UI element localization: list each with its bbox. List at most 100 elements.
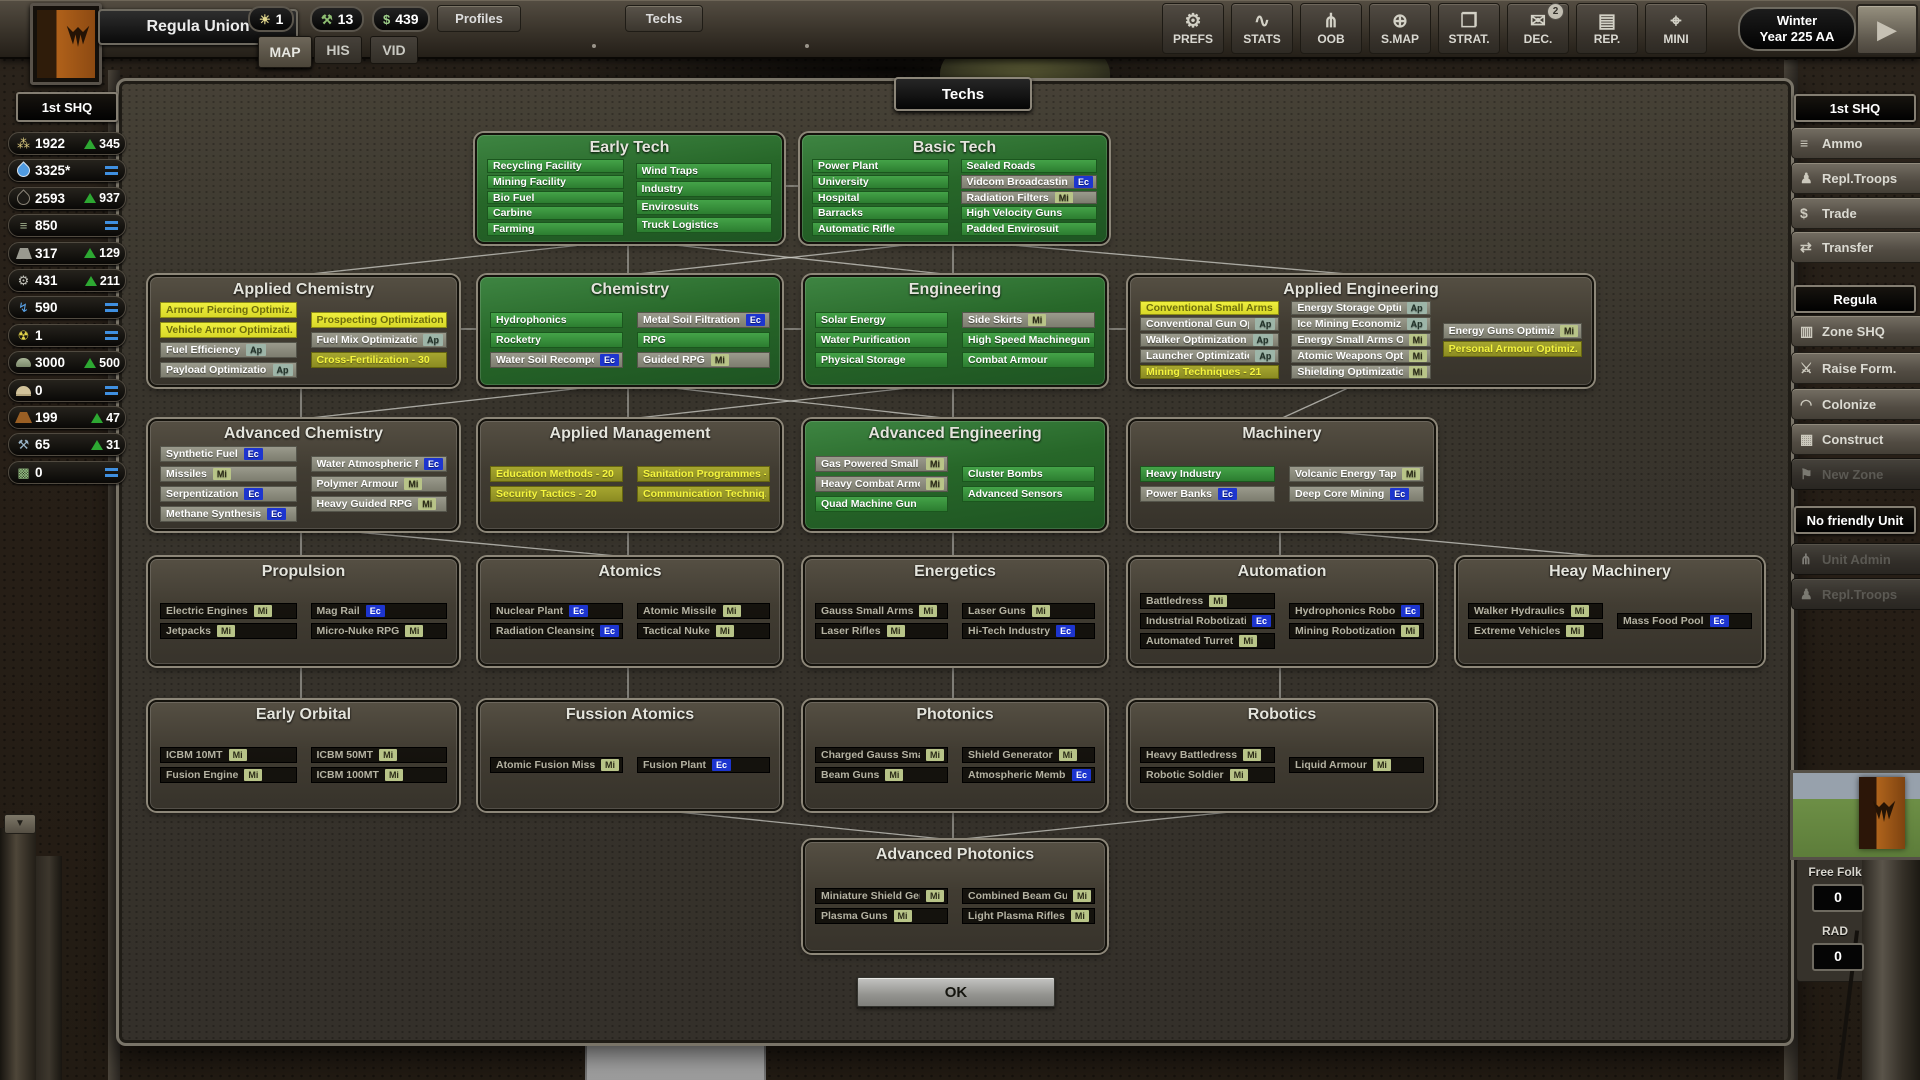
tech-entry[interactable]: Mag RailEc	[311, 603, 448, 619]
tech-entry[interactable]: Laser GunsMi	[962, 603, 1095, 619]
tech-entry[interactable]: Combined Beam GunsMi	[962, 888, 1095, 904]
tech-entry[interactable]: Energy Storage Optimiza.Ap	[1291, 301, 1430, 315]
tech-entry[interactable]: Mining RobotizationMi	[1289, 623, 1424, 639]
tech-entry[interactable]: Industrial RobotizationEc	[1140, 613, 1275, 629]
tech-entry[interactable]: Hydrophonics	[490, 312, 623, 328]
tab-profiles[interactable]: Profiles	[437, 5, 521, 32]
tech-entry[interactable]: Automated TurretMi	[1140, 633, 1275, 649]
tech-entry[interactable]: Gas Powered Small Arm.Mi	[815, 456, 948, 472]
tech-entry[interactable]: Cross-Fertilization - 30	[311, 352, 448, 368]
tech-entry[interactable]: Water Atmospheric Reco.Ec	[311, 456, 448, 472]
tech-entry[interactable]: Launcher OptimizationAp	[1140, 349, 1279, 363]
tech-entry[interactable]: Electric EnginesMi	[160, 603, 297, 619]
tech-entry[interactable]: Atomic Weapons Optimiz.Mi	[1291, 349, 1430, 363]
tech-entry[interactable]: Mining Techniques - 21	[1140, 365, 1279, 379]
tech-entry[interactable]: Fuel EfficiencyAp	[160, 342, 297, 358]
tech-entry[interactable]: Vehicle Armor Optimizati. - 20	[160, 322, 297, 338]
tech-entry[interactable]: High Velocity Guns	[961, 206, 1098, 220]
tech-entry[interactable]: Conventional Gun Optimi.Ap	[1140, 317, 1279, 331]
tech-entry[interactable]: Synthetic FuelEc	[160, 446, 297, 462]
tech-entry[interactable]: Sealed Roads	[961, 159, 1098, 173]
tech-entry[interactable]: Mining Facility	[487, 175, 624, 189]
tech-entry[interactable]: Gauss Small ArmsMi	[815, 603, 948, 619]
tech-entry[interactable]: RPG	[637, 332, 770, 348]
tech-entry[interactable]: Bio Fuel	[487, 191, 624, 205]
tech-entry[interactable]: ICBM 100MTMi	[311, 767, 448, 783]
tech-entry[interactable]: Payload OptimizationAp	[160, 362, 297, 378]
tech-entry[interactable]: Atomic MissileMi	[637, 603, 770, 619]
tech-entry[interactable]: Water Soil Recompositio.Ec	[490, 352, 623, 368]
tech-entry[interactable]: Automatic Rifle	[812, 222, 949, 236]
tech-entry[interactable]: Robotic SoldierMi	[1140, 767, 1275, 783]
tech-entry[interactable]: Beam GunsMi	[815, 767, 948, 783]
sidebar-button-transfer[interactable]: ⇄Transfer	[1791, 231, 1920, 263]
tech-entry[interactable]: Liquid ArmourMi	[1289, 757, 1424, 773]
tech-entry[interactable]: ICBM 10MTMi	[160, 747, 297, 763]
tech-entry[interactable]: High Speed Machinegun	[962, 332, 1095, 348]
tech-entry[interactable]: Walker HydraulicsMi	[1468, 603, 1603, 619]
tech-entry[interactable]: Truck Logistics	[636, 217, 773, 233]
tech-entry[interactable]: Heavy Combat ArmourMi	[815, 476, 948, 492]
sidebar-button-colonize[interactable]: ◠Colonize	[1791, 388, 1920, 420]
tech-entry[interactable]: Atmospheric MembranesEc	[962, 767, 1095, 783]
end-turn-play-button[interactable]: ▶	[1856, 4, 1918, 55]
tech-entry[interactable]: Heavy Industry	[1140, 466, 1275, 482]
tech-entry[interactable]: Personal Armour Optimiz. - 21	[1443, 341, 1582, 357]
tech-entry[interactable]: Hydrophonics Robotizati.Ec	[1289, 603, 1424, 619]
tech-entry[interactable]: Quad Machine Gun	[815, 496, 948, 512]
tech-entry[interactable]: Miniature Shield Generat.Mi	[815, 888, 948, 904]
tech-entry[interactable]: Extreme VehiclesMi	[1468, 623, 1603, 639]
tech-entry[interactable]: Radiation FiltersMi	[961, 191, 1098, 205]
tech-entry[interactable]: Heavy BattledressMi	[1140, 747, 1275, 763]
tech-entry[interactable]: Radiation CleansingEc	[490, 623, 623, 639]
tech-entry[interactable]: JetpacksMi	[160, 623, 297, 639]
tech-entry[interactable]: Solar Energy	[815, 312, 948, 328]
tech-entry[interactable]: Power BanksEc	[1140, 486, 1275, 502]
tech-entry[interactable]: Carbine	[487, 206, 624, 220]
tech-entry[interactable]: Education Methods - 20	[490, 466, 623, 482]
tech-entry[interactable]: Wind Traps	[636, 163, 773, 179]
menu-button-smap[interactable]: ⊕S.MAP	[1369, 3, 1431, 54]
tech-entry[interactable]: Energy Small Arms Opti.Mi	[1291, 333, 1430, 347]
tech-entry[interactable]: Walker OptimizationAp	[1140, 333, 1279, 347]
tech-entry[interactable]: Armour Piercing Optimiz. - 20	[160, 302, 297, 318]
menu-button-prefs[interactable]: ⚙PREFS	[1162, 3, 1224, 54]
tech-entry[interactable]: Physical Storage	[815, 352, 948, 368]
sidebar-button-raise-form-[interactable]: ⚔Raise Form.	[1791, 352, 1920, 384]
tech-entry[interactable]: Energy Guns Optimizatio.Mi	[1443, 323, 1582, 339]
tech-entry[interactable]: Mass Food PoolEc	[1617, 613, 1752, 629]
tech-entry[interactable]: Light Plasma RiflesMi	[962, 908, 1095, 924]
tech-entry[interactable]: Polymer ArmourMi	[311, 476, 448, 492]
tech-entry[interactable]: Vidcom BroadcastingEc	[961, 175, 1098, 189]
tech-entry[interactable]: Ice Mining Economizatio.Ap	[1291, 317, 1430, 331]
tech-entry[interactable]: Recycling Facility	[487, 159, 624, 173]
tech-entry[interactable]: Fusion EngineMi	[160, 767, 297, 783]
tech-entry[interactable]: Deep Core MiningEc	[1289, 486, 1424, 502]
tech-entry[interactable]: Hi-Tech IndustryEc	[962, 623, 1095, 639]
sidebar-button-zone-shq[interactable]: ▥Zone SHQ	[1791, 315, 1920, 347]
tech-entry[interactable]: Nuclear PlantEc	[490, 603, 623, 619]
tech-entry[interactable]: SerpentizationEc	[160, 486, 297, 502]
tech-entry[interactable]: Communication Techniq. - 20	[637, 486, 770, 502]
tech-entry[interactable]: Plasma GunsMi	[815, 908, 948, 924]
menu-button-oob[interactable]: ⋔OOB	[1300, 3, 1362, 54]
tech-entry[interactable]: BattledressMi	[1140, 593, 1275, 609]
tech-entry[interactable]: Padded Envirosuit	[961, 222, 1098, 236]
tech-entry[interactable]: Envirosuits	[636, 199, 773, 215]
tech-entry[interactable]: Combat Armour	[962, 352, 1095, 368]
map-tab-map[interactable]: MAP	[258, 36, 312, 68]
tech-entry[interactable]: Charged Gauss Small Ar.Mi	[815, 747, 948, 763]
tech-entry[interactable]: Atomic Fusion MissileMi	[490, 757, 623, 773]
tech-entry[interactable]: Cluster Bombs	[962, 466, 1095, 482]
ok-button[interactable]: OK	[857, 977, 1055, 1007]
scroll-down-button[interactable]: ▼	[4, 814, 36, 834]
tech-entry[interactable]: ICBM 50MTMi	[311, 747, 448, 763]
tech-entry[interactable]: University	[812, 175, 949, 189]
tech-entry[interactable]: Tactical NukeMi	[637, 623, 770, 639]
tech-entry[interactable]: Fuel Mix OptimizationAp	[311, 332, 448, 348]
tech-entry[interactable]: Sanitation Programmes - 20	[637, 466, 770, 482]
tech-entry[interactable]: Heavy Guided RPGMi	[311, 496, 448, 512]
tab-techs[interactable]: Techs	[625, 5, 703, 32]
sidebar-button-ammo[interactable]: ≡Ammo	[1791, 127, 1920, 159]
tech-entry[interactable]: Shield GeneratorMi	[962, 747, 1095, 763]
